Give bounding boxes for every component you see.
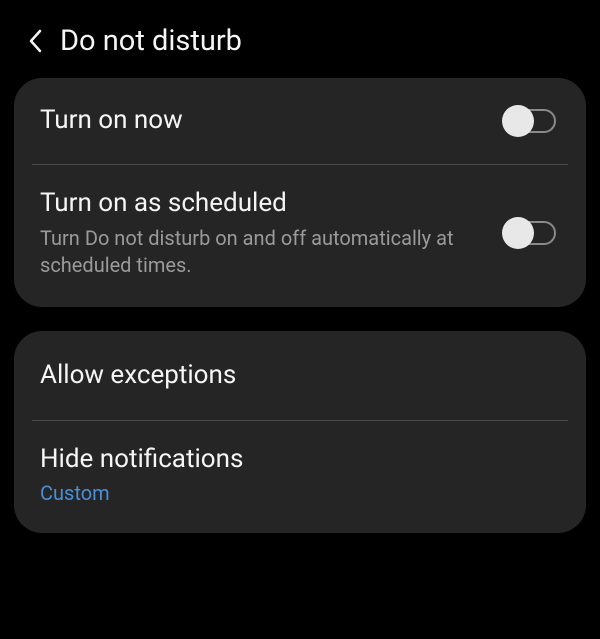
header: Do not disturb (0, 0, 600, 78)
turn-on-now-toggle[interactable] (502, 105, 560, 137)
turn-on-now-row[interactable]: Turn on now (14, 78, 586, 164)
page-title: Do not disturb (60, 24, 242, 58)
allow-exceptions-row[interactable]: Allow exceptions (14, 331, 586, 421)
settings-group-2: Allow exceptions Hide notifications Cust… (14, 331, 586, 534)
row-text: Turn on as scheduled Turn Do not disturb… (40, 187, 502, 279)
turn-on-scheduled-row[interactable]: Turn on as scheduled Turn Do not disturb… (14, 165, 586, 307)
toggle-thumb (502, 105, 534, 137)
turn-on-scheduled-toggle[interactable] (502, 217, 560, 249)
back-chevron-icon[interactable] (28, 29, 42, 53)
settings-group-1: Turn on now Turn on as scheduled Turn Do… (14, 78, 586, 307)
turn-on-scheduled-subtitle: Turn Do not disturb on and off automatic… (40, 225, 502, 279)
turn-on-scheduled-title: Turn on as scheduled (40, 187, 502, 221)
row-text: Hide notifications Custom (40, 443, 560, 505)
hide-notifications-title: Hide notifications (40, 443, 560, 477)
toggle-thumb (502, 217, 534, 249)
allow-exceptions-title: Allow exceptions (40, 359, 560, 393)
hide-notifications-value: Custom (40, 481, 560, 505)
hide-notifications-row[interactable]: Hide notifications Custom (14, 421, 586, 533)
turn-on-now-title: Turn on now (40, 104, 502, 138)
row-text: Allow exceptions (40, 359, 560, 393)
row-text: Turn on now (40, 104, 502, 138)
